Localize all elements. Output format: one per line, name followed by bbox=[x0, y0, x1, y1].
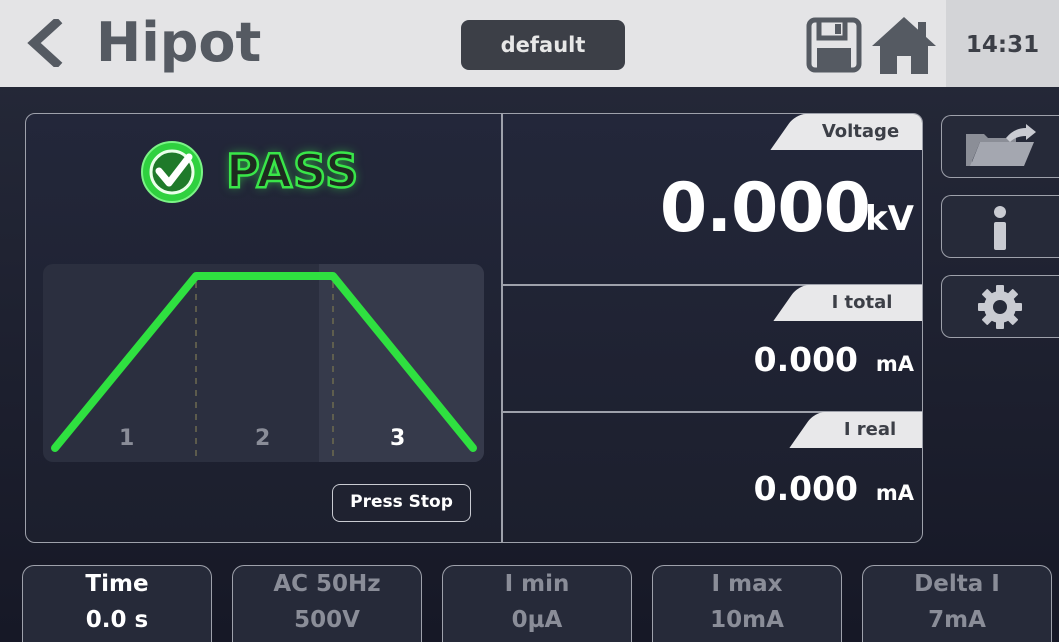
divider bbox=[501, 114, 503, 542]
param-label: Delta I bbox=[914, 571, 1000, 597]
profile-name-button[interactable]: default bbox=[461, 20, 625, 70]
param-value: 500V bbox=[294, 607, 360, 633]
i-real-label-tab: I real bbox=[816, 412, 922, 448]
param-value: 7mA bbox=[928, 607, 986, 633]
step-3-label: 3 bbox=[390, 426, 406, 451]
export-button[interactable] bbox=[941, 115, 1059, 178]
measurement-panel: PASS 1 2 3 Press Stop Voltage 0.000 kV I… bbox=[25, 113, 923, 543]
param-i-max[interactable]: I max 10mA bbox=[652, 565, 842, 642]
info-icon bbox=[994, 206, 1006, 250]
param-time[interactable]: Time 0.0 s bbox=[22, 565, 212, 642]
save-icon[interactable] bbox=[805, 16, 863, 74]
voltage-label: Voltage bbox=[821, 121, 900, 142]
voltage-value: 0.000 bbox=[659, 169, 871, 248]
i-real-unit: mA bbox=[875, 481, 914, 505]
param-label: I min bbox=[504, 571, 570, 597]
chevron-left-icon bbox=[27, 19, 63, 67]
param-i-min[interactable]: I min 0µA bbox=[442, 565, 632, 642]
param-value: 0µA bbox=[511, 607, 563, 633]
step-2-label: 2 bbox=[255, 426, 271, 451]
i-total-label: I total bbox=[831, 292, 893, 313]
voltage-label-tab: Voltage bbox=[797, 114, 922, 150]
check-circle-icon bbox=[141, 141, 203, 203]
i-total-label-tab: I total bbox=[800, 285, 922, 321]
home-icon[interactable] bbox=[870, 14, 938, 76]
back-button[interactable] bbox=[22, 10, 66, 76]
step-1-label: 1 bbox=[119, 426, 135, 451]
press-stop-button[interactable]: Press Stop bbox=[332, 484, 471, 522]
param-value: 10mA bbox=[710, 607, 784, 633]
param-label: I max bbox=[711, 571, 783, 597]
folder-export-icon bbox=[966, 124, 1036, 166]
param-label: AC 50Hz bbox=[273, 571, 381, 597]
i-real-label: I real bbox=[843, 419, 897, 440]
pass-status: PASS bbox=[225, 143, 360, 200]
page-title: Hipot bbox=[96, 11, 262, 74]
param-delta-i[interactable]: Delta I 7mA bbox=[862, 565, 1052, 642]
param-value: 0.0 s bbox=[85, 607, 149, 633]
i-total-unit: mA bbox=[875, 352, 914, 376]
i-total-value: 0.000 bbox=[753, 340, 858, 379]
gear-icon bbox=[978, 285, 1022, 329]
i-real-value: 0.000 bbox=[753, 469, 858, 508]
voltage-unit: kV bbox=[865, 199, 914, 239]
param-label: Time bbox=[85, 571, 149, 597]
param-ac-voltage[interactable]: AC 50Hz 500V bbox=[232, 565, 422, 642]
settings-button[interactable] bbox=[941, 275, 1059, 338]
clock: 14:31 bbox=[946, 0, 1059, 87]
info-button[interactable] bbox=[941, 195, 1059, 258]
top-bar: Hipot default 14:31 bbox=[0, 0, 1059, 87]
